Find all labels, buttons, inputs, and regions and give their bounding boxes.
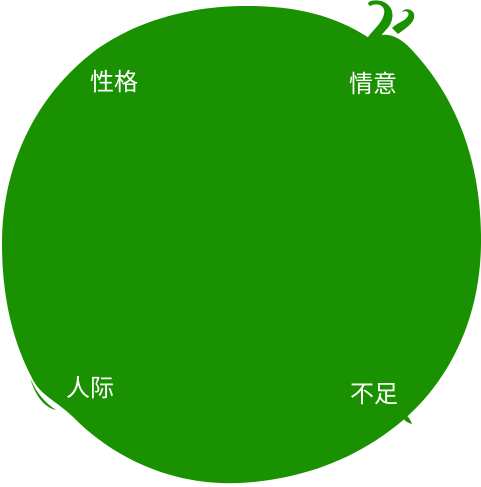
label-bottom-right: 不足 bbox=[350, 380, 398, 408]
label-top-right: 情意 bbox=[349, 70, 397, 98]
swirl-ornament-small bbox=[392, 9, 415, 34]
diagram-canvas bbox=[2, 0, 481, 484]
green-circle-blob bbox=[2, 5, 481, 484]
label-top-left: 性格 bbox=[90, 68, 138, 96]
label-bottom-left: 人际 bbox=[66, 374, 114, 402]
